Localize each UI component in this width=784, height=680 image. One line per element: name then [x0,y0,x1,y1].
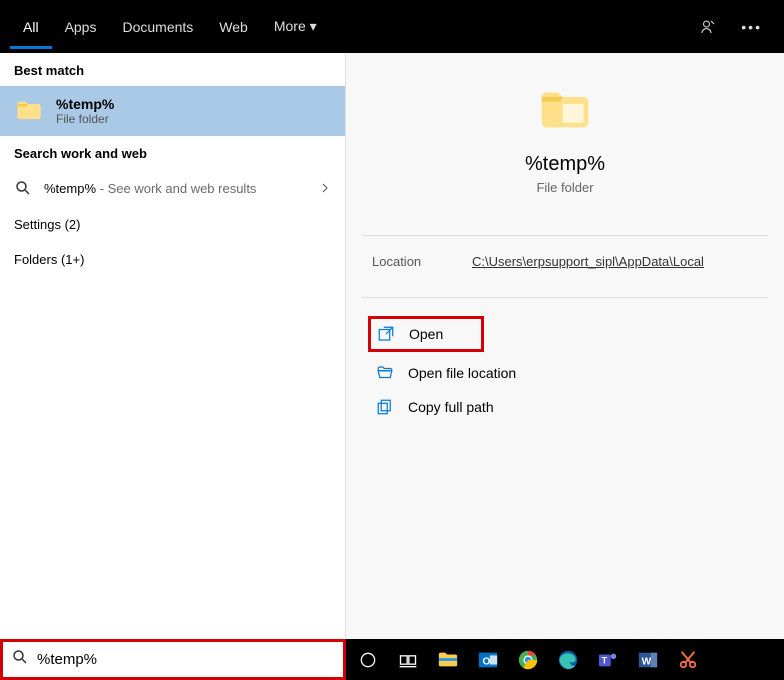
category-settings[interactable]: Settings (2) [0,207,345,242]
divider [362,297,768,298]
svg-text:O: O [483,656,491,667]
tab-more[interactable]: More ▾ [261,4,330,49]
task-view-icon[interactable] [394,646,422,674]
action-open-label: Open [409,326,443,342]
result-title: %temp% [56,96,114,112]
svg-text:W: W [642,656,652,667]
best-match-header: Best match [0,53,345,86]
chevron-down-icon: ▾ [310,18,317,34]
search-input[interactable] [37,651,335,668]
folder-open-icon [376,364,394,382]
tab-documents[interactable]: Documents [109,5,206,49]
search-icon [11,648,29,671]
location-label: Location [372,254,472,269]
cortana-icon[interactable] [354,646,382,674]
open-icon [377,325,395,343]
action-copy-path-label: Copy full path [408,399,494,415]
chrome-icon[interactable] [514,646,542,674]
web-search-term: %temp% [44,181,96,196]
result-subtitle: File folder [56,112,114,126]
edge-icon[interactable] [554,646,582,674]
outlook-icon[interactable]: O [474,646,502,674]
action-open[interactable]: Open [377,321,443,347]
location-value[interactable]: C:\Users\erpsupport_sipl\AppData\Local [472,254,704,269]
preview-subtitle: File folder [366,180,764,195]
feedback-icon[interactable] [687,18,729,36]
action-open-location[interactable]: Open file location [366,356,764,390]
tab-apps[interactable]: Apps [52,5,110,49]
search-icon [14,179,32,197]
folder-large-icon [537,83,593,139]
word-icon[interactable]: W [634,646,662,674]
more-options-icon[interactable]: ••• [729,19,774,35]
chevron-right-icon [319,182,331,194]
snipping-tool-icon[interactable] [674,646,702,674]
web-search-row[interactable]: %temp% - See work and web results [0,169,345,207]
preview-title: %temp% [366,153,764,176]
action-copy-path[interactable]: Copy full path [366,390,764,424]
divider [362,235,768,236]
search-box[interactable] [0,639,346,680]
copy-icon [376,398,394,416]
teams-icon[interactable]: T [594,646,622,674]
preview-panel: %temp% File folder Location C:\Users\erp… [346,53,784,639]
action-open-location-label: Open file location [408,365,516,381]
results-panel: Best match %temp% File folder Search wor… [0,53,346,639]
category-folders[interactable]: Folders (1+) [0,242,345,277]
folder-icon [14,96,44,126]
tab-all[interactable]: All [10,5,52,49]
web-search-hint: - See work and web results [96,181,256,196]
file-explorer-icon[interactable] [434,646,462,674]
tab-web[interactable]: Web [206,5,261,49]
taskbar: O T W [346,639,784,680]
search-tabs: All Apps Documents Web More ▾ ••• [0,0,784,53]
best-match-result[interactable]: %temp% File folder [0,86,345,136]
svg-text:T: T [602,655,608,665]
search-work-web-header: Search work and web [0,136,345,169]
